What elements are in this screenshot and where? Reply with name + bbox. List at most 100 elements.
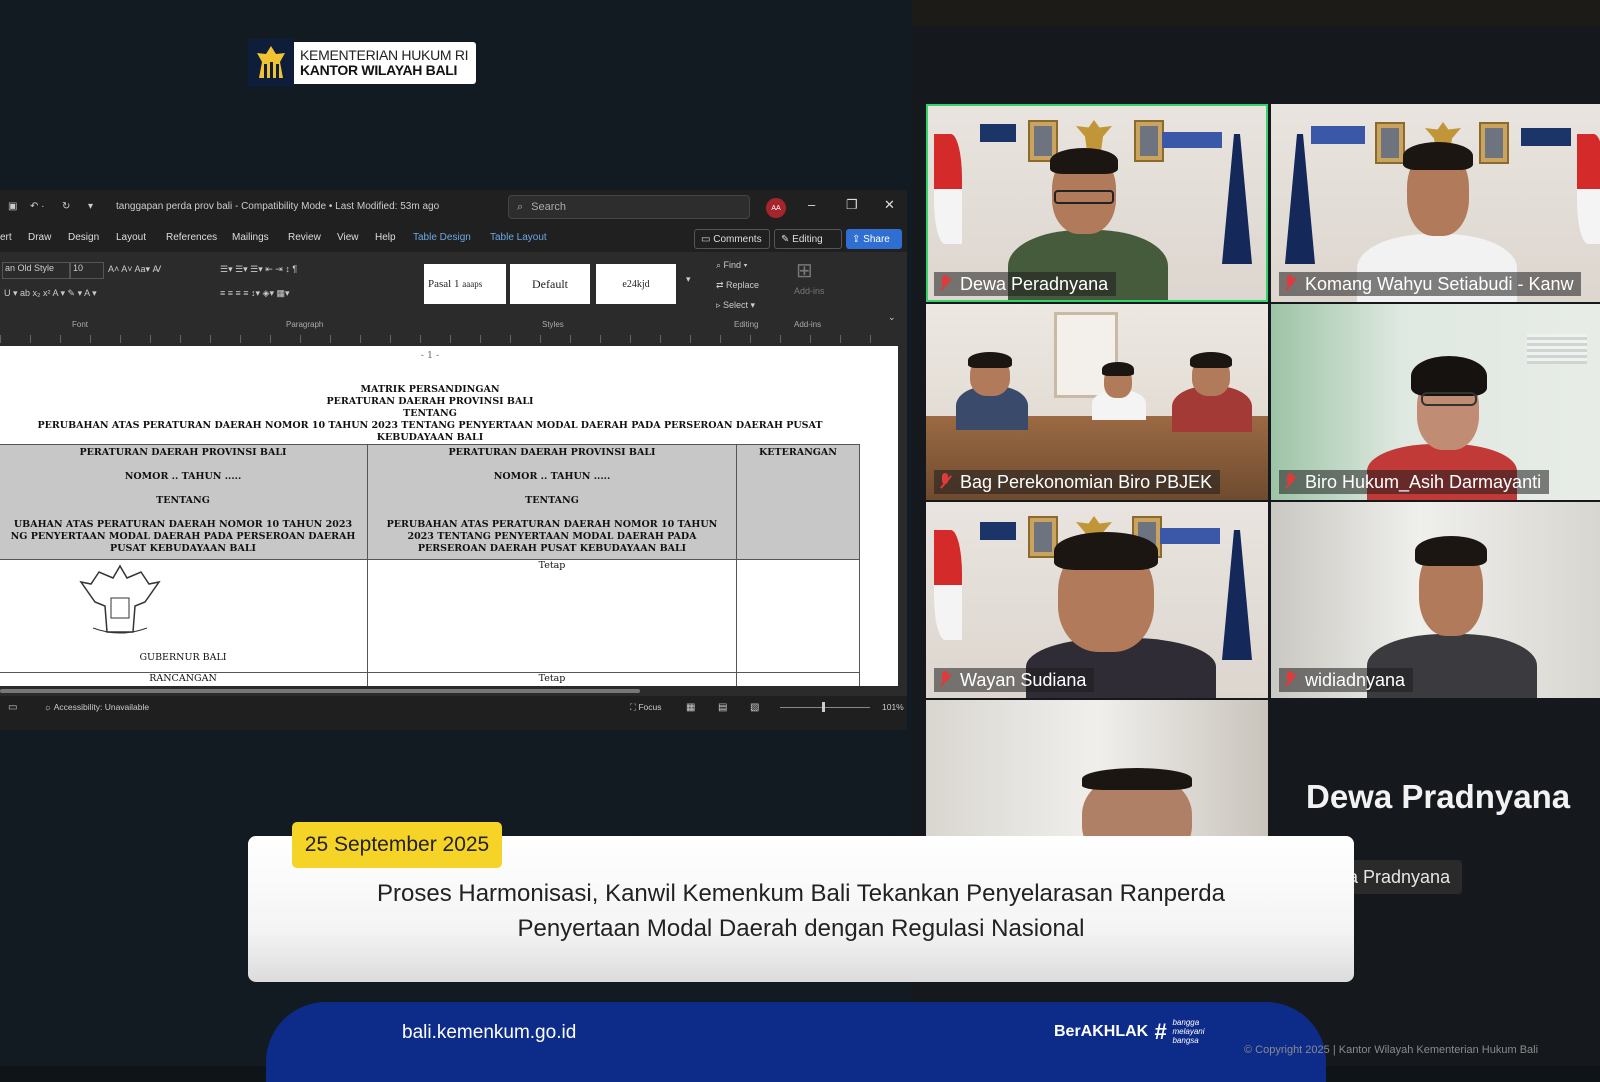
table-cell-r3c1: RANCANGAN <box>0 672 368 686</box>
participant-name: Wayan Sudiana <box>960 669 1087 690</box>
document-page[interactable]: - 1 - MATRIK PERSANDINGAN PERATURAN DAER… <box>0 346 898 686</box>
tab-draw[interactable]: Draw <box>28 232 51 243</box>
minimize-icon[interactable]: – <box>808 197 815 212</box>
participant-name-tag: Dewa Peradnyana <box>934 272 1117 296</box>
status-bar: ▭ ☼ Accessibility: Unavailable ⛶ Focus ▦… <box>0 696 907 720</box>
user-avatar[interactable]: AA <box>766 198 786 218</box>
tab-mailings[interactable]: Mailings <box>232 232 269 243</box>
proofing-icon[interactable]: ▭ <box>8 702 17 713</box>
style-label-aaaps: aaaps <box>462 279 483 289</box>
website-url: bali.kemenkum.go.id <box>402 1022 577 1043</box>
participant-name-tag: widiadnyana <box>1279 668 1414 692</box>
font-size-select[interactable]: 10 <box>70 262 104 279</box>
video-tile-3[interactable]: Bag Perekonomian Biro PBJEK <box>926 304 1268 500</box>
share-button[interactable]: ⇪ Share <box>846 229 902 249</box>
styles-more-icon[interactable]: ▾ <box>686 274 691 285</box>
mic-muted-icon <box>1283 275 1297 293</box>
tab-table-design[interactable]: Table Design <box>413 232 471 243</box>
logo-line-1: KEMENTERIAN HUKUM RI <box>300 47 469 63</box>
banner-icon <box>1311 126 1365 144</box>
col2-line: TENTANG <box>525 495 579 506</box>
select-button[interactable]: ▹ Select ▾ <box>716 300 755 311</box>
save-icon[interactable]: ▣ <box>8 201 17 212</box>
align-icons[interactable]: ≡ ≡ ≡ ≡ ↕▾ ◈▾ ▦▾ <box>220 288 290 299</box>
customize-icon[interactable]: ▾ <box>88 201 93 212</box>
style-pasal-1[interactable]: Pasal 1 aaaps <box>424 264 506 304</box>
web-layout-icon[interactable]: ▧ <box>750 702 759 713</box>
focus-button[interactable]: ⛶ Focus <box>630 702 661 713</box>
font-grow-icon[interactable]: A˄ A˅ Aa▾ Ꜹ <box>108 264 161 275</box>
comments-button[interactable]: ▭ Comments <box>694 229 770 249</box>
video-tile-7[interactable] <box>926 700 1268 840</box>
zoom-level[interactable]: 101% <box>882 702 904 712</box>
share-icon: ⇪ <box>852 233 864 245</box>
speaker-name-large: Dewa Pradnyana <box>1306 778 1571 815</box>
col2-line: PERATURAN DAERAH PROVINSI BALI <box>448 447 656 458</box>
mic-muted-icon <box>938 473 952 491</box>
logo-line-2: KANTOR WILAYAH BALI <box>300 62 458 78</box>
participant-name-tag: Bag Perekonomian Biro PBJEK <box>934 470 1221 494</box>
style-label-pasal: Pasal 1 <box>428 278 460 290</box>
zoom-thumb[interactable] <box>822 702 825 712</box>
tab-references[interactable]: References <box>166 232 217 243</box>
undo-icon[interactable]: ↶ · <box>30 201 45 212</box>
find-button[interactable]: ⌕ Find ▾ <box>716 260 747 271</box>
participant-name: Bag Perekonomian Biro PBJEK <box>960 471 1213 492</box>
video-tile-6[interactable]: widiadnyana <box>1271 502 1600 698</box>
tetap-label-2: Tetap <box>538 673 566 684</box>
comments-label: Comments <box>713 233 762 245</box>
redo-icon[interactable]: ↻ <box>62 201 70 212</box>
horizontal-scrollbar[interactable] <box>0 686 907 696</box>
close-icon[interactable]: ✕ <box>884 197 895 213</box>
tab-table-layout[interactable]: Table Layout <box>490 232 547 243</box>
office-logo-icon <box>980 522 1016 540</box>
tab-design[interactable]: Design <box>68 232 99 243</box>
table-cell-r2c3 <box>736 559 860 673</box>
font-name-select[interactable]: an Old Style <box>2 262 70 279</box>
addins-icon[interactable]: ⊞ <box>796 258 813 283</box>
table-cell-r3c2: Tetap <box>367 672 737 686</box>
style-e24kjd[interactable]: e24kjd <box>596 264 676 304</box>
tab-review[interactable]: Review <box>288 232 321 243</box>
col2-line: NOMOR .. TAHUN ..... <box>493 471 611 482</box>
search-input[interactable]: ⌕ Search <box>508 195 750 219</box>
video-tile-5[interactable]: Wayan Sudiana <box>926 502 1268 698</box>
table-header-col1: PERATURAN DAERAH PROVINSI BALI NOMOR .. … <box>0 444 368 560</box>
accessibility-status[interactable]: ☼ Accessibility: Unavailable <box>44 702 149 712</box>
banner-icon <box>1160 528 1220 544</box>
print-layout-icon[interactable]: ▤ <box>718 702 727 713</box>
format-icons[interactable]: U ▾ ab x₂ x² A ▾ ✎ ▾ A ▾ <box>4 288 97 299</box>
tetap-label: Tetap <box>538 560 566 571</box>
page-marker: - 1 - <box>420 350 440 361</box>
list-icons[interactable]: ☰▾ ☰▾ ☰▾ ⇤ ⇥ ↕ ¶ <box>220 264 297 275</box>
tab-view[interactable]: View <box>337 232 359 243</box>
search-icon: ⌕ <box>517 200 524 213</box>
vertical-scrollbar[interactable] <box>898 346 907 686</box>
restore-icon[interactable]: ❐ <box>846 197 858 213</box>
select-label: Select <box>723 300 749 310</box>
editing-button[interactable]: ✎ Editing <box>774 229 842 249</box>
tab-layout[interactable]: Layout <box>116 232 146 243</box>
mic-muted-icon <box>1283 473 1297 491</box>
col2-line: PERSEROAN DAERAH PUSAT KEBUDAYAAN BALI <box>417 543 687 554</box>
video-tile-4[interactable]: Biro Hukum_Asih Darmayanti <box>1271 304 1600 500</box>
style-default[interactable]: Default <box>510 264 590 304</box>
read-mode-icon[interactable]: ▦ <box>686 702 695 713</box>
participant-name-tag: Komang Wahyu Setiabudi - Kanw <box>1279 272 1582 296</box>
table-cell-r2c1: GUBERNUR BALI <box>0 559 368 673</box>
collapse-ribbon-icon[interactable]: ⌄ <box>888 312 896 323</box>
video-tile-1[interactable]: Dewa Peradnyana <box>926 104 1268 302</box>
tab-insert[interactable]: ert <box>0 232 12 243</box>
replace-button[interactable]: ⇄ Replace <box>716 280 759 291</box>
table-header-col3: KETERANGAN <box>736 444 860 560</box>
col2-line: PERUBAHAN ATAS PERATURAN DAERAH NOMOR 10… <box>386 519 718 530</box>
mic-muted-icon <box>938 275 952 293</box>
date-badge: 25 September 2025 <box>292 822 502 868</box>
zoom-slider[interactable] <box>780 707 870 708</box>
find-label: Find <box>723 260 742 270</box>
video-tile-2[interactable]: Komang Wahyu Setiabudi - Kanw <box>1271 104 1600 302</box>
tab-help[interactable]: Help <box>375 232 396 243</box>
doc-heading-1: MATRIK PERSANDINGAN <box>360 384 500 395</box>
headline-line-1: Proses Harmonisasi, Kanwil Kemenkum Bali… <box>377 880 1225 907</box>
participant-name: Dewa Peradnyana <box>960 273 1109 294</box>
